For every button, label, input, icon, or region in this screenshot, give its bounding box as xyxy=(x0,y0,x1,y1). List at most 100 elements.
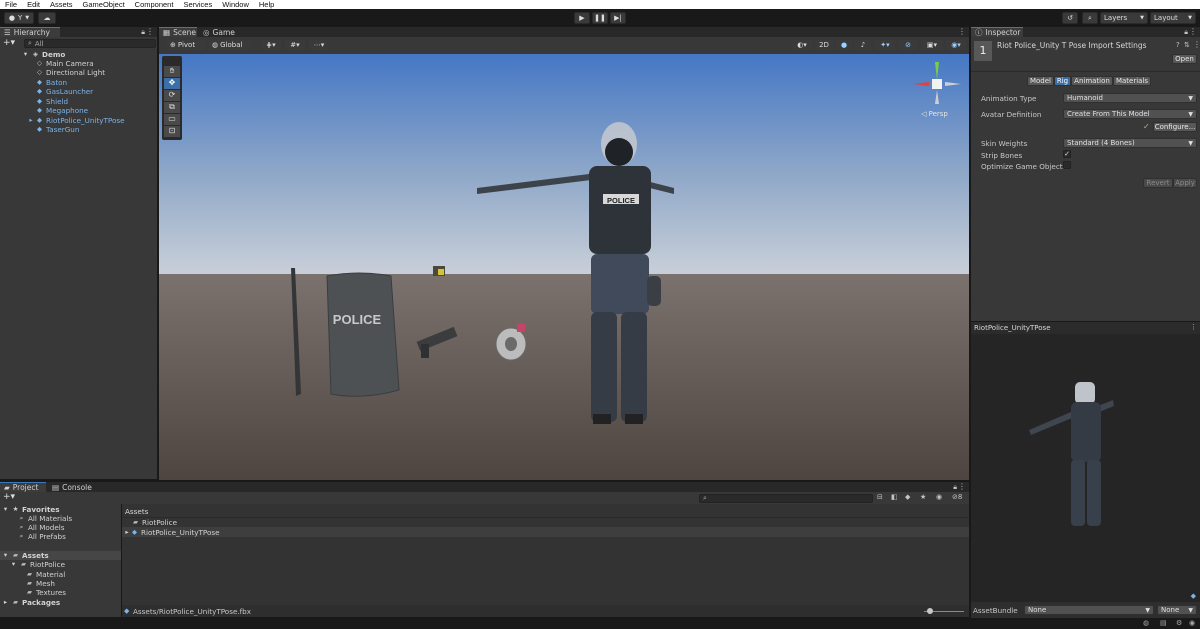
gizmos-button[interactable]: ◉▾ xyxy=(946,40,966,50)
configure-button[interactable]: Configure... xyxy=(1153,122,1197,132)
hierarchy-item[interactable]: ◆ Shield xyxy=(36,97,68,106)
menu-services[interactable]: Services xyxy=(178,0,217,9)
search-by-type-icon[interactable]: ⊟ xyxy=(877,493,883,501)
hand-tool[interactable]: ✋︎ xyxy=(164,66,180,77)
layers-dropdown[interactable]: Layers ▼ xyxy=(1100,12,1148,24)
lock-icon[interactable]: 🔒︎ xyxy=(953,483,957,492)
draw-mode-button[interactable]: ◐▾ xyxy=(791,40,813,50)
hierarchy-item[interactable]: ◇ Directional Light xyxy=(36,68,105,77)
tab-project[interactable]: ▰ Project xyxy=(0,482,46,492)
menu-edit[interactable]: Edit xyxy=(22,0,45,9)
cloud-button[interactable]: ☁ xyxy=(38,12,56,24)
packages-section[interactable]: ▸ ▰ Packages xyxy=(2,598,60,607)
help-icon[interactable]: ? xyxy=(1176,41,1180,49)
play-button[interactable]: ▶ xyxy=(574,12,590,24)
step-button[interactable]: ▶| xyxy=(610,12,626,24)
lock-icon[interactable]: 🔒︎ xyxy=(1184,28,1188,37)
zoom-slider-handle[interactable] xyxy=(927,608,933,614)
assetbundle-variant-dropdown[interactable]: None ▼ xyxy=(1157,605,1197,615)
tab-scene[interactable]: ▦ Scene xyxy=(159,27,197,37)
global-dropdown[interactable]: ◍ Global xyxy=(209,40,251,50)
favorites-section[interactable]: ▾ ★ Favorites xyxy=(2,505,60,514)
add-icon[interactable]: +▾ xyxy=(3,38,15,48)
more-options-icon[interactable]: ⋮ xyxy=(1190,323,1197,331)
cache-icon[interactable]: ▤ xyxy=(1160,619,1167,627)
breadcrumb[interactable]: Assets xyxy=(125,507,148,516)
project-search-input[interactable]: ⌕ xyxy=(699,494,873,503)
camera-settings-button[interactable]: ▣▾ xyxy=(921,40,943,50)
skin-weights-dropdown[interactable]: Standard (4 Bones) ▼ xyxy=(1063,138,1197,148)
open-button[interactable]: Open xyxy=(1172,54,1197,64)
assetbundle-dropdown[interactable]: None ▼ xyxy=(1024,605,1154,615)
more-options-icon[interactable]: ⋮ xyxy=(146,27,154,36)
lighting-toggle[interactable]: ● xyxy=(836,40,852,50)
debug-icon[interactable]: ⚙ xyxy=(1176,619,1182,627)
account-dropdown[interactable]: ● Y ▼ xyxy=(4,12,34,24)
more-options-icon[interactable]: ⋮ xyxy=(1193,40,1200,49)
menu-gameobject[interactable]: GameObject xyxy=(78,0,130,9)
effects-toggle[interactable]: ✦▾ xyxy=(875,40,895,50)
hierarchy-item[interactable]: ▸ ◆ RiotPolice_UnityTPose xyxy=(28,116,124,125)
optimize-game-objects-checkbox[interactable] xyxy=(1063,161,1071,169)
folder-item[interactable]: ▰ Mesh xyxy=(26,579,55,588)
favorite-star-icon[interactable]: ★ xyxy=(920,493,926,501)
more-options-icon[interactable]: ⋮ xyxy=(1189,27,1197,36)
preview-viewport[interactable]: ◆ xyxy=(971,334,1200,602)
menu-window[interactable]: Window xyxy=(217,0,254,9)
pivot-dropdown[interactable]: ⊕ Pivot xyxy=(167,40,205,50)
favorites-item[interactable]: ⌕ All Models xyxy=(18,523,65,532)
transform-tool[interactable]: ⊡ xyxy=(164,126,180,137)
more-options-icon[interactable]: ⋮ xyxy=(958,482,966,491)
pause-button[interactable]: ❚❚ xyxy=(592,12,608,24)
more-options-icon[interactable]: ⋮ xyxy=(958,27,966,36)
strip-bones-checkbox[interactable]: ✓ xyxy=(1063,150,1071,158)
progress-icon[interactable]: ◍ xyxy=(1143,619,1149,627)
folder-item[interactable]: ▰ Textures xyxy=(26,588,66,597)
revert-button[interactable]: Revert xyxy=(1143,178,1173,188)
scene-root[interactable]: ▾ ◈ Demo xyxy=(22,50,65,59)
hierarchy-item[interactable]: ◇ Main Camera xyxy=(36,59,94,68)
collab-icon[interactable]: ◉ xyxy=(1189,619,1195,627)
hierarchy-item[interactable]: ◆ Megaphone xyxy=(36,106,88,115)
rotate-tool[interactable]: ⟳ xyxy=(164,90,180,101)
tab-console[interactable]: ▤ Console xyxy=(48,482,94,492)
tab-model[interactable]: Model xyxy=(1027,76,1054,86)
menu-help[interactable]: Help xyxy=(254,0,279,9)
label-tag-icon[interactable]: ◆ xyxy=(1191,592,1196,600)
label-tag-icon[interactable]: ◆ xyxy=(905,493,910,501)
apply-button[interactable]: Apply xyxy=(1173,178,1197,188)
hierarchy-search-input[interactable]: ⌕ All xyxy=(24,39,156,48)
persp-label[interactable]: ◁ Persp xyxy=(921,110,948,118)
history-button[interactable]: ↺ xyxy=(1062,12,1078,24)
menu-component[interactable]: Component xyxy=(130,0,179,9)
2d-toggle[interactable]: 2D xyxy=(815,40,833,50)
move-tool[interactable]: ✥ xyxy=(164,78,180,89)
grid-visibility-button[interactable]: #▾ xyxy=(285,40,305,50)
avatar-definition-dropdown[interactable]: Create From This Model ▼ xyxy=(1063,109,1197,119)
layout-dropdown[interactable]: Layout ▼ xyxy=(1150,12,1196,24)
scale-tool[interactable]: ⧉ xyxy=(164,102,180,113)
rect-tool[interactable]: ▭ xyxy=(164,114,180,125)
hierarchy-item[interactable]: ◆ Baton xyxy=(36,78,67,87)
search-button[interactable]: ⌕ xyxy=(1082,12,1098,24)
scene-viewport[interactable]: POLICE POLICE ✋︎ ✥ ⟳ ⧉ ▭ ⊡ ◁ Persp xyxy=(159,54,969,480)
favorites-item[interactable]: ⌕ All Prefabs xyxy=(18,532,66,541)
animation-type-dropdown[interactable]: Humanoid ▼ xyxy=(1063,93,1197,103)
audio-toggle[interactable]: ♪ xyxy=(855,40,871,50)
tab-hierarchy[interactable]: ☰ Hierarchy xyxy=(0,27,60,37)
hidden-objects-toggle[interactable]: ⊘ xyxy=(899,40,917,50)
visibility-icon[interactable]: ◉ xyxy=(936,493,942,501)
tab-animation[interactable]: Animation xyxy=(1071,76,1113,86)
increment-snap-button[interactable]: ⋯▾ xyxy=(309,40,329,50)
add-icon[interactable]: +▾ xyxy=(3,492,15,502)
folder-item[interactable]: ▾ ▰ RiotPolice xyxy=(10,560,65,569)
lock-icon[interactable]: 🔒︎ xyxy=(141,28,145,37)
asset-item[interactable]: ▸ ◆ RiotPolice_UnityTPose xyxy=(124,528,219,537)
preset-icon[interactable]: ⇅ xyxy=(1184,41,1190,49)
assets-section[interactable]: ▾ ▰ Assets xyxy=(2,551,49,560)
search-by-label-icon[interactable]: ◧ xyxy=(891,493,898,501)
hierarchy-item[interactable]: ◆ GasLauncher xyxy=(36,87,93,96)
tab-game[interactable]: ◎ Game xyxy=(199,27,239,37)
tab-rig[interactable]: Rig xyxy=(1054,76,1071,86)
menu-assets[interactable]: Assets xyxy=(45,0,78,9)
